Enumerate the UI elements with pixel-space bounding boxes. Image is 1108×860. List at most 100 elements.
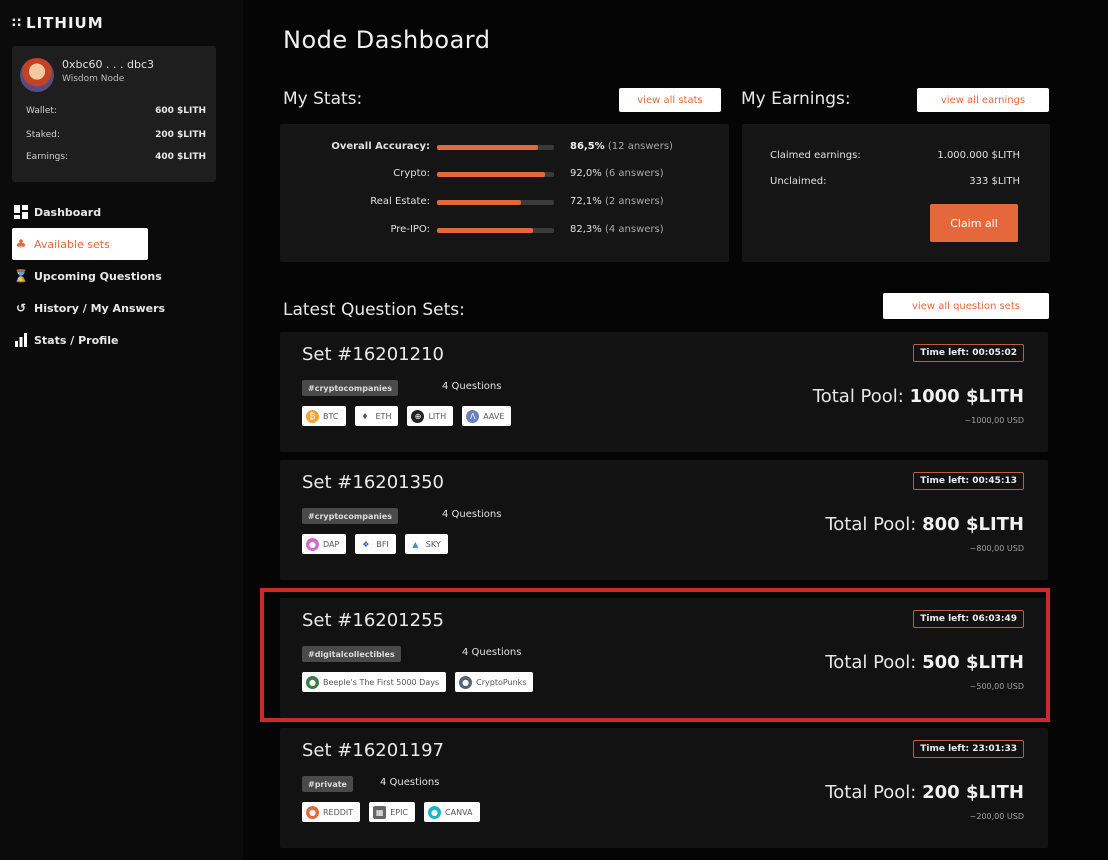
- stat-row: Pre-IPO: 82,3% (4 answers): [280, 221, 730, 241]
- chip-aave[interactable]: Λ AAVE: [462, 406, 512, 426]
- sidebar-item-upcoming-questions[interactable]: ⌛ Upcoming Questions: [12, 260, 232, 292]
- stat-bar-fill: [437, 172, 545, 177]
- earnings-title: My Earnings:: [741, 89, 851, 109]
- chip-label: DAP: [323, 539, 340, 549]
- question-count: 4 Questions: [442, 381, 502, 392]
- stat-answers: (12 answers): [607, 141, 673, 152]
- chip-label: BTC: [323, 411, 339, 421]
- set-chips: ● DAP ❖ BFI ▲ SKY: [302, 534, 448, 554]
- stat-label: Pre-IPO:: [390, 224, 430, 235]
- stats-panel: Overall Accuracy: 86,5% (12 answers) Cry…: [280, 124, 729, 262]
- pool-value: 800 $LITH: [922, 514, 1024, 535]
- set-tag[interactable]: #cryptocompanies: [302, 380, 398, 396]
- claim-all-button[interactable]: Claim all: [930, 204, 1018, 242]
- sidebar-item-label: Upcoming Questions: [34, 269, 162, 283]
- app-logo[interactable]: ∷ LITHIUM: [12, 14, 104, 32]
- dap-icon: ●: [306, 537, 319, 551]
- sidebar-nav: Dashboard ♣ Available sets ⌛ Upcoming Qu…: [12, 196, 232, 356]
- view-all-stats-button[interactable]: view all stats: [619, 88, 721, 112]
- profile-value: 400 $LITH: [155, 152, 206, 162]
- chip-epic[interactable]: ▦ EPIC: [369, 802, 416, 822]
- stat-row: Crypto: 92,0% (6 answers): [280, 165, 730, 185]
- epic-icon: ▦: [373, 805, 387, 819]
- lithium-icon: ⊕: [411, 409, 425, 423]
- profile-card: 0xbc60 . . . dbc3 Wisdom Node Wallet: 60…: [12, 46, 216, 182]
- question-set-card[interactable]: Set #16201197 #private 4 Questions ● REDD…: [280, 728, 1048, 848]
- stat-row: Real Estate: 72,1% (2 answers): [280, 193, 730, 213]
- sidebar-item-dashboard[interactable]: Dashboard: [12, 196, 232, 228]
- sets-icon: ♣: [15, 237, 27, 251]
- profile-label: Staked:: [26, 130, 60, 140]
- bitcoin-icon: ₿: [306, 409, 319, 423]
- sidebar-item-available-sets[interactable]: ♣ Available sets: [12, 228, 148, 260]
- stat-bar-track: [437, 228, 554, 233]
- set-tag[interactable]: #private: [302, 776, 353, 792]
- sidebar-item-label: Stats / Profile: [34, 333, 119, 347]
- stat-percentage: 86,5% (12 answers): [570, 141, 673, 152]
- claimed-label: Claimed earnings:: [770, 150, 861, 161]
- stat-pct-value: 86,5%: [570, 141, 605, 152]
- question-sets-title: Latest Question Sets:: [283, 300, 465, 320]
- view-all-question-sets-button[interactable]: view all question sets: [883, 293, 1049, 319]
- set-chips: ₿ BTC ♦ ETH ⊕ LITH Λ AAVE: [302, 406, 512, 426]
- stat-percentage: 92,0% (6 answers): [570, 168, 664, 179]
- chip-lith[interactable]: ⊕ LITH: [407, 406, 454, 426]
- set-chips: ● REDDIT ▦ EPIC ● CANVA: [302, 802, 480, 822]
- stat-answers: (2 answers): [604, 196, 664, 207]
- bar-chart-icon: [14, 333, 28, 347]
- sidebar-item-label: History / My Answers: [34, 301, 166, 315]
- stat-label: Overall Accuracy:: [331, 141, 430, 152]
- chip-btc[interactable]: ₿ BTC: [302, 406, 346, 426]
- avatar[interactable]: [20, 58, 54, 92]
- stat-bar-fill: [437, 228, 534, 233]
- chip-eth[interactable]: ♦ ETH: [354, 406, 399, 426]
- pool-label: Total Pool:: [825, 514, 917, 535]
- profile-value: 600 $LITH: [155, 106, 206, 116]
- set-title: Set #16201210: [302, 344, 444, 365]
- pool-value: 1000 $LITH: [909, 386, 1024, 407]
- chip-label: CANVA: [445, 807, 473, 817]
- stat-row: Overall Accuracy: 86,5% (12 answers): [280, 138, 730, 158]
- chip-label: SKY: [425, 539, 441, 549]
- reddit-icon: ●: [306, 805, 319, 819]
- stat-label: Crypto:: [393, 168, 430, 179]
- sidebar-item-label: Dashboard: [34, 205, 102, 219]
- profile-value: 200 $LITH: [155, 130, 206, 140]
- chip-canva[interactable]: ● CANVA: [424, 802, 480, 822]
- question-set-card[interactable]: Set #16201210 #cryptocompanies 4 Questio…: [280, 332, 1048, 452]
- time-left-badge: Time left: 00:45:13: [913, 472, 1024, 490]
- profile-row-wallet: Wallet: 600 $LITH: [26, 106, 206, 116]
- stat-bar-fill: [437, 145, 539, 150]
- highlight-box: [260, 588, 1050, 722]
- unclaimed-value: 333 $LITH: [969, 176, 1020, 187]
- chip-label: EPIC: [390, 807, 409, 817]
- chip-bfi[interactable]: ❖ BFI: [355, 534, 396, 554]
- profile-label: Wallet:: [26, 106, 57, 116]
- claimed-value: 1.000.000 $LITH: [937, 150, 1020, 161]
- set-title: Set #16201197: [302, 740, 444, 761]
- view-all-earnings-button[interactable]: view all earnings: [917, 88, 1049, 112]
- sidebar-item-history[interactable]: ↺ History / My Answers: [12, 292, 232, 324]
- stat-bar-track: [437, 172, 554, 177]
- stat-bar-track: [437, 200, 554, 205]
- profile-label: Earnings:: [26, 152, 69, 162]
- sidebar-item-stats-profile[interactable]: Stats / Profile: [12, 324, 232, 356]
- question-set-card[interactable]: Set #16201350 #cryptocompanies 4 Questio…: [280, 460, 1048, 580]
- chip-dap[interactable]: ● DAP: [302, 534, 347, 554]
- chip-reddit[interactable]: ● REDDIT: [302, 802, 361, 822]
- time-left-badge: Time left: 00:05:02: [913, 344, 1024, 362]
- set-tag[interactable]: #cryptocompanies: [302, 508, 398, 524]
- total-pool: Total Pool: 1000 $LITH: [813, 386, 1024, 407]
- canva-icon: ●: [428, 805, 442, 819]
- chip-sky[interactable]: ▲ SKY: [404, 534, 448, 554]
- pool-usd: ~800,00 USD: [969, 544, 1024, 553]
- ethereum-icon: ♦: [358, 409, 372, 423]
- pool-label: Total Pool:: [825, 782, 917, 803]
- unclaimed-earnings-row: Unclaimed: 333 $LITH: [770, 176, 1020, 187]
- sidebar: ∷ LITHIUM 0xbc60 . . . dbc3 Wisdom Node …: [0, 0, 243, 860]
- chip-label: AAVE: [483, 411, 505, 421]
- node-type: Wisdom Node: [62, 74, 125, 84]
- sky-icon: ▲: [408, 537, 422, 551]
- stat-pct-value: 92,0%: [570, 168, 602, 179]
- pool-usd: ~1000,00 USD: [964, 416, 1024, 425]
